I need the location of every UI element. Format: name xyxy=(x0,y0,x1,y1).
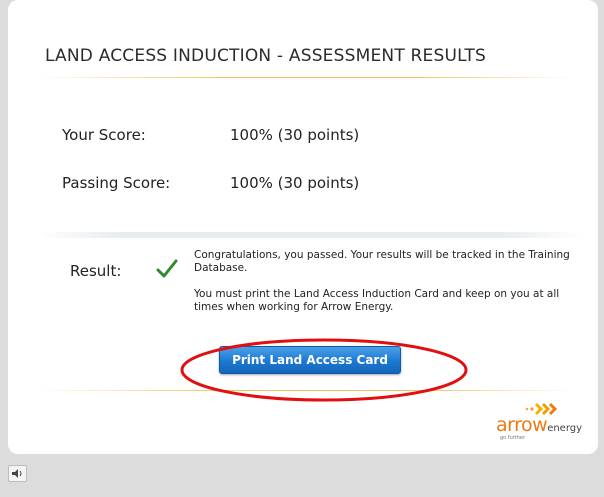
result-label: Result: xyxy=(70,262,122,280)
section-divider xyxy=(36,232,584,238)
print-land-access-card-button[interactable]: Print Land Access Card xyxy=(219,346,401,374)
logo-tagline: go further xyxy=(500,435,526,441)
pass-message: Congratulations, you passed. Your result… xyxy=(194,249,570,274)
audio-toggle-button[interactable] xyxy=(8,465,27,482)
checkmark-icon xyxy=(156,259,178,278)
your-score-label: Your Score: xyxy=(62,126,146,144)
passing-score-value: 100% (30 points) xyxy=(230,174,360,192)
print-instruction: You must print the Land Access Induction… xyxy=(194,288,560,313)
page-title: LAND ACCESS INDUCTION - ASSESSMENT RESUL… xyxy=(45,46,487,66)
footer-divider xyxy=(36,390,576,391)
player-toolbar xyxy=(0,455,604,497)
passing-score-label: Passing Score: xyxy=(62,174,171,192)
your-score-value: 100% (30 points) xyxy=(230,126,360,144)
logo-wordmark: arrowenergy xyxy=(496,414,583,436)
speaker-icon xyxy=(12,469,22,478)
arrow-energy-logo: arrowenergy go further xyxy=(496,402,588,442)
title-divider xyxy=(36,77,576,78)
slide-panel: LAND ACCESS INDUCTION - ASSESSMENT RESUL… xyxy=(8,0,598,454)
